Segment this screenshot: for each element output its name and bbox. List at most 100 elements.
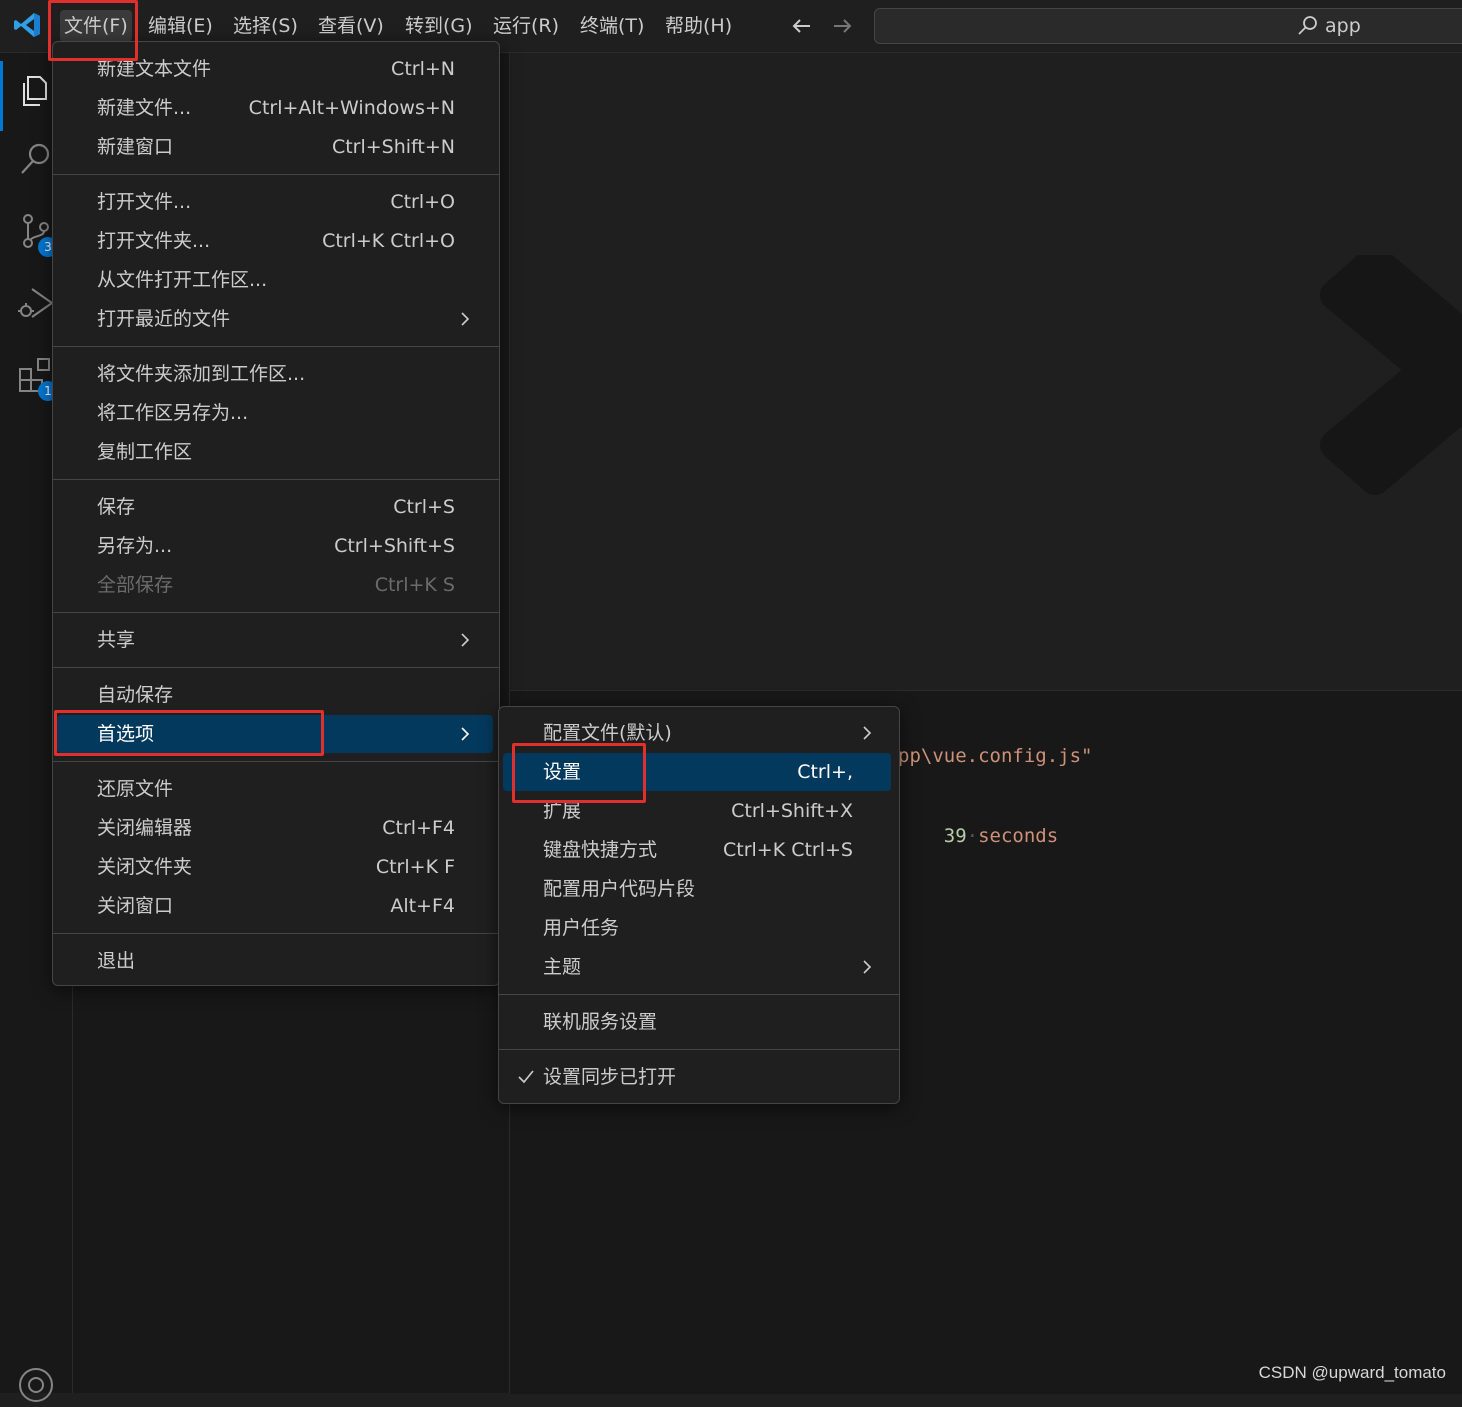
menu-item-label: 联机服务设置: [543, 1011, 658, 1033]
menu-item-new-file[interactable]: 新建文件... Ctrl+Alt+Windows+N: [57, 89, 495, 127]
menu-item-label: 键盘快捷方式: [543, 839, 658, 861]
menu-item-label: 新建文件...: [97, 97, 192, 119]
menu-item-shortcut: Ctrl+Shift+X: [731, 800, 853, 822]
menu-item-auto-save[interactable]: 自动保存: [57, 676, 495, 714]
menu-item-shortcut: Ctrl+Shift+S: [334, 535, 455, 557]
menu-item-label: 共享: [97, 629, 136, 651]
active-indicator: [0, 61, 3, 131]
menu-item-close-window[interactable]: 关闭窗口 Alt+F4: [57, 887, 495, 925]
menu-item-open-folder[interactable]: 打开文件夹... Ctrl+K Ctrl+O: [57, 222, 495, 260]
watermark-credit: CSDN @upward_tomato: [1258, 1363, 1446, 1382]
menu-separator: [499, 1049, 899, 1050]
menu-separator: [53, 174, 499, 175]
menu-item-add-folder-to-workspace[interactable]: 将文件夹添加到工作区...: [57, 355, 495, 393]
menu-item-label: 打开文件夹...: [97, 230, 211, 252]
menu-item-shortcut: Ctrl+K F: [375, 856, 455, 878]
chevron-right-icon: [461, 633, 470, 647]
menu-item-shortcut: Alt+F4: [390, 895, 455, 917]
terminal-line-time: 39·seconds: [943, 825, 1059, 847]
menu-item-label: 另存为...: [97, 535, 173, 557]
menu-item-close-editor[interactable]: 关闭编辑器 Ctrl+F4: [57, 809, 495, 847]
command-center-text: app: [1325, 15, 1361, 37]
menu-edit[interactable]: 编辑(E): [144, 10, 217, 42]
menu-item-label: 关闭编辑器: [97, 817, 193, 839]
menu-item-shortcut: Ctrl+,: [797, 761, 853, 783]
menu-help[interactable]: 帮助(H): [661, 10, 736, 42]
menu-item-open-file[interactable]: 打开文件... Ctrl+O: [57, 183, 495, 221]
menu-item-shortcut: Ctrl+N: [391, 58, 455, 80]
menu-item-revert-file[interactable]: 还原文件: [57, 770, 495, 808]
chevron-right-icon: [461, 727, 470, 741]
menu-item-label: 设置同步已打开: [543, 1066, 677, 1088]
menu-separator: [499, 994, 899, 995]
menu-item-label: 将工作区另存为...: [97, 402, 249, 424]
check-icon: [518, 1070, 534, 1084]
menu-separator: [53, 479, 499, 480]
menu-item-close-folder[interactable]: 关闭文件夹 Ctrl+K F: [57, 848, 495, 886]
menu-item-shortcut: Ctrl+Shift+N: [331, 136, 455, 158]
menu-item-label: 配置用户代码片段: [543, 878, 696, 900]
search-icon: [1298, 16, 1317, 35]
menu-item-label: 将文件夹添加到工作区...: [97, 363, 306, 385]
menu-run[interactable]: 运行(R): [489, 10, 563, 42]
submenu-item-user-tasks[interactable]: 用户任务: [503, 909, 895, 947]
menu-item-save-as[interactable]: 另存为... Ctrl+Shift+S: [57, 527, 495, 565]
account-icon[interactable]: [14, 1363, 58, 1407]
highlight-box-file-menu: [48, 0, 138, 61]
menu-item-label: 打开最近的文件: [97, 308, 231, 330]
menu-item-label: 新建窗口: [97, 136, 174, 158]
menu-separator: [53, 667, 499, 668]
terminal-time-number: 39: [943, 825, 967, 847]
menu-selection[interactable]: 选择(S): [229, 10, 302, 42]
menu-item-open-recent[interactable]: 打开最近的文件: [57, 300, 495, 338]
menu-item-exit[interactable]: 退出: [57, 942, 495, 980]
menu-item-label: 主题: [543, 956, 582, 978]
menu-separator: [53, 346, 499, 347]
menu-item-label: 保存: [97, 496, 136, 518]
menu-item-shortcut: Ctrl+K S: [374, 574, 455, 596]
chevron-right-icon: [863, 960, 872, 974]
menu-item-shortcut: Ctrl+K Ctrl+S: [722, 839, 853, 861]
menu-view[interactable]: 查看(V): [314, 10, 388, 42]
submenu-item-keyboard-shortcuts[interactable]: 键盘快捷方式 Ctrl+K Ctrl+S: [503, 831, 895, 869]
menu-item-label: 关闭窗口: [97, 895, 174, 917]
menu-item-label: 退出: [97, 950, 136, 972]
highlight-box-settings: [512, 743, 646, 803]
menu-item-label: 关闭文件夹: [97, 856, 193, 878]
submenu-item-theme[interactable]: 主题: [503, 948, 895, 986]
back-arrow-icon[interactable]: [788, 12, 816, 40]
highlight-box-preferences: [54, 710, 324, 756]
menu-item-shortcut: Ctrl+F4: [382, 817, 455, 839]
menu-item-share[interactable]: 共享: [57, 621, 495, 659]
menu-item-label: 全部保存: [97, 574, 174, 596]
submenu-item-settings-sync[interactable]: 设置同步已打开: [503, 1058, 895, 1096]
menu-item-new-window[interactable]: 新建窗口 Ctrl+Shift+N: [57, 128, 495, 166]
menu-separator: [53, 761, 499, 762]
menu-item-save[interactable]: 保存 Ctrl+S: [57, 488, 495, 526]
menu-item-shortcut: Ctrl+K Ctrl+O: [322, 230, 455, 252]
menu-go[interactable]: 转到(G): [401, 10, 477, 42]
menu-item-shortcut: Ctrl+Alt+Windows+N: [248, 97, 455, 119]
file-menu: 新建文本文件 Ctrl+N 新建文件... Ctrl+Alt+Windows+N…: [52, 41, 500, 986]
menu-item-label: 复制工作区: [97, 441, 193, 463]
menu-item-label: 自动保存: [97, 684, 174, 706]
menu-item-shortcut: Ctrl+O: [390, 191, 455, 213]
menu-item-label: 打开文件...: [97, 191, 192, 213]
command-center-search[interactable]: app: [874, 8, 1462, 44]
menu-item-shortcut: Ctrl+S: [393, 496, 455, 518]
vscode-watermark-icon: [1320, 255, 1462, 495]
menu-item-duplicate-workspace[interactable]: 复制工作区: [57, 433, 495, 471]
chevron-right-icon: [461, 312, 470, 326]
menu-item-open-workspace[interactable]: 从文件打开工作区...: [57, 261, 495, 299]
menu-separator: [53, 612, 499, 613]
submenu-item-user-snippets[interactable]: 配置用户代码片段: [503, 870, 895, 908]
menu-item-label: 还原文件: [97, 778, 174, 800]
menu-terminal[interactable]: 终端(T): [576, 10, 648, 42]
menu-item-save-all: 全部保存 Ctrl+K S: [57, 566, 495, 604]
forward-arrow-icon[interactable]: [828, 12, 856, 40]
menu-separator: [53, 933, 499, 934]
menu-item-label: 从文件打开工作区...: [97, 269, 268, 291]
menu-item-save-workspace-as[interactable]: 将工作区另存为...: [57, 394, 495, 432]
submenu-item-online-services[interactable]: 联机服务设置: [503, 1003, 895, 1041]
terminal-time-unit: seconds: [978, 825, 1059, 847]
